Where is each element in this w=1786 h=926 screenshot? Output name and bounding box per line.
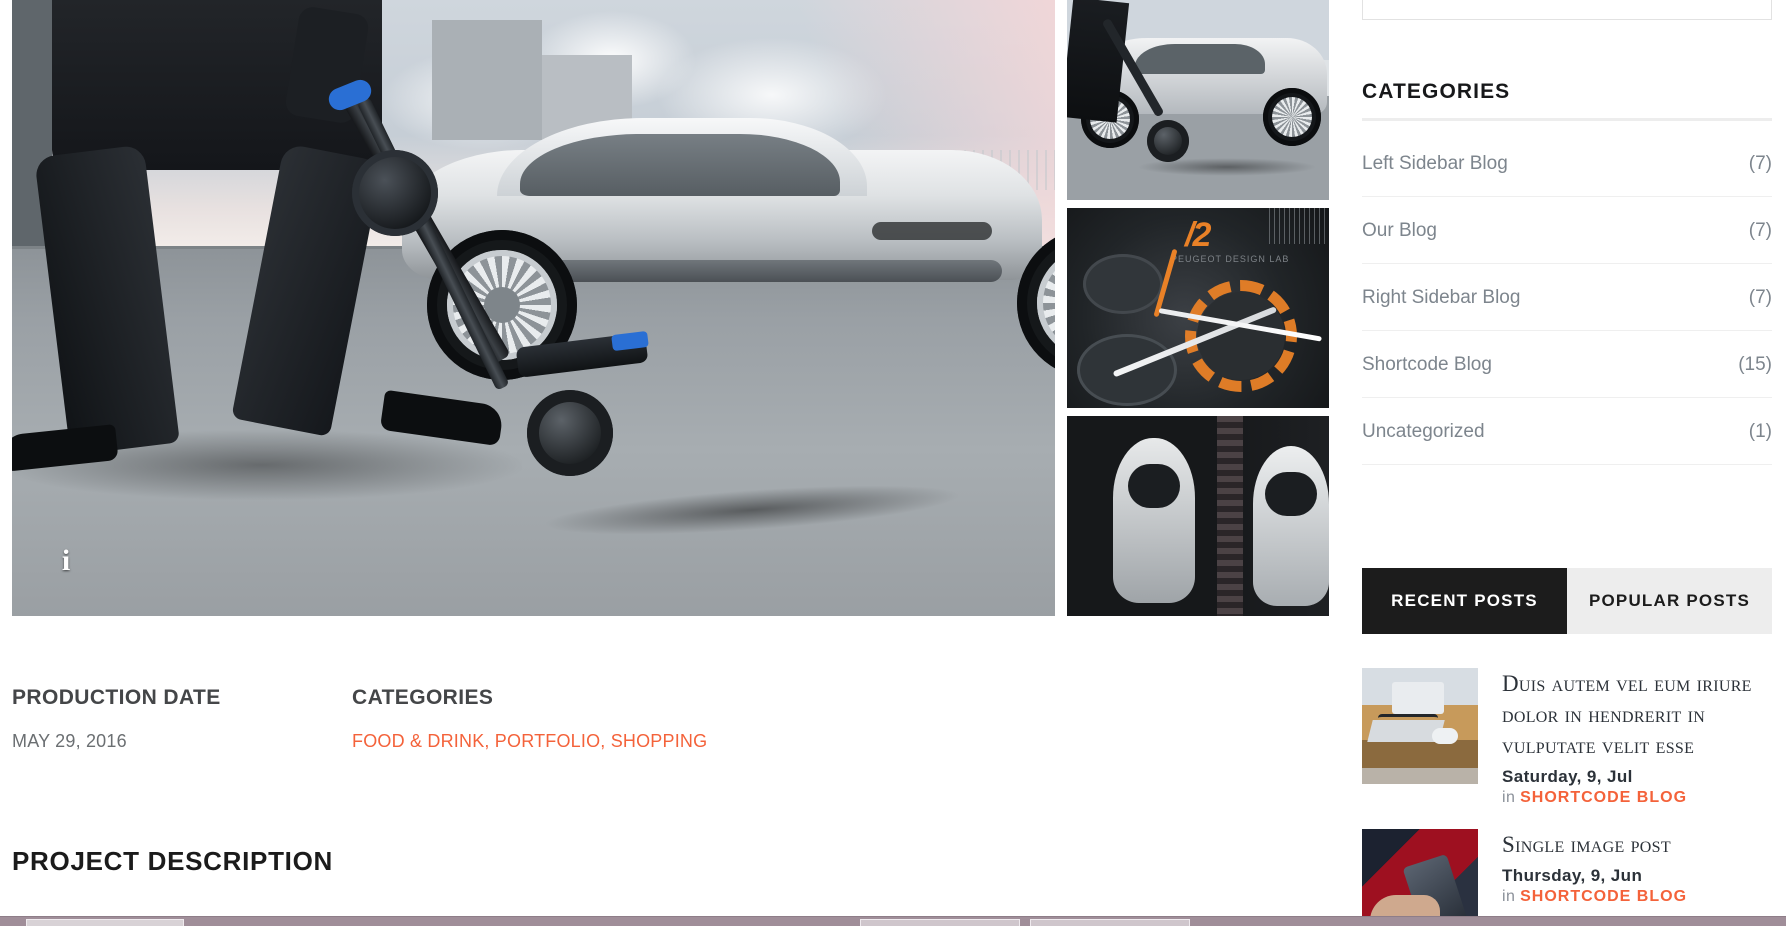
post-list-item[interactable]: Duis autem vel eum iriure dolor in hendr… (1362, 668, 1786, 807)
taskbar-button-3[interactable] (1030, 919, 1190, 926)
project-categories-value[interactable]: FOOD & DRINK, PORTFOLIO, SHOPPING (352, 728, 772, 754)
recent-posts-list: Duis autem vel eum iriure dolor in hendr… (1362, 668, 1786, 926)
production-date-value: MAY 29, 2016 (12, 731, 127, 751)
tab-popular-posts[interactable]: POPULAR POSTS (1567, 568, 1772, 634)
post-body: Single image post Thursday, 9, Jun in SH… (1502, 829, 1786, 906)
category-count: (1) (1748, 421, 1772, 442)
category-item-right-sidebar-blog[interactable]: Right Sidebar Blog (7) (1362, 264, 1772, 331)
post-category-link[interactable]: SHORTCODE BLOG (1520, 789, 1687, 806)
category-item-our-blog[interactable]: Our Blog (7) (1362, 197, 1772, 264)
info-icon[interactable]: i (52, 544, 80, 578)
hero-scooter (312, 76, 963, 545)
project-categories-block: CATEGORIES FOOD & DRINK, PORTFOLIO, SHOP… (352, 686, 772, 754)
category-item-uncategorized[interactable]: Uncategorized (1) (1362, 398, 1772, 465)
categories-list: Left Sidebar Blog (7) Our Blog (7) Right… (1362, 130, 1772, 465)
category-count: (7) (1748, 220, 1772, 241)
production-date-label: PRODUCTION DATE (12, 686, 221, 709)
search-widget-box[interactable] (1362, 0, 1772, 20)
post-in-label: in (1502, 789, 1516, 806)
post-title[interactable]: Duis autem vel eum iriure dolor in hendr… (1502, 668, 1786, 761)
category-label: Uncategorized (1362, 421, 1485, 442)
category-item-left-sidebar-blog[interactable]: Left Sidebar Blog (7) (1362, 130, 1772, 197)
page-root: i /2 PEUGEOT DESIGN LAB PRODUCTION DATE … (0, 0, 1786, 926)
category-label: Our Blog (1362, 220, 1437, 241)
post-body: Duis autem vel eum iriure dolor in hendr… (1502, 668, 1786, 807)
post-in-label: in (1502, 888, 1516, 905)
categories-widget-title: CATEGORIES (1362, 80, 1511, 103)
post-date: Thursday, 9, Jun (1502, 866, 1643, 885)
gallery-thumbnail-1[interactable] (1067, 0, 1329, 200)
categories-title-divider (1362, 118, 1772, 121)
gallery-thumbnail-3[interactable] (1067, 416, 1329, 616)
gallery-thumbnail-list: /2 PEUGEOT DESIGN LAB (1067, 0, 1329, 616)
category-count: (7) (1748, 287, 1772, 308)
gallery-thumbnail-2[interactable]: /2 PEUGEOT DESIGN LAB (1067, 208, 1329, 408)
category-label: Left Sidebar Blog (1362, 153, 1508, 174)
post-title[interactable]: Single image post (1502, 829, 1786, 860)
taskbar-button-1[interactable] (26, 919, 184, 926)
category-item-shortcode-blog[interactable]: Shortcode Blog (15) (1362, 331, 1772, 398)
category-label: Right Sidebar Blog (1362, 287, 1521, 308)
production-date-block: PRODUCTION DATE MAY 29, 2016 (12, 686, 332, 754)
tab-recent-posts[interactable]: RECENT POSTS (1362, 568, 1567, 634)
main-content-column: i /2 PEUGEOT DESIGN LAB PRODUCTION DATE … (0, 0, 1340, 926)
post-thumbnail[interactable] (1362, 829, 1478, 926)
category-label: Shortcode Blog (1362, 354, 1492, 375)
taskbar-button-2[interactable] (860, 919, 1020, 926)
project-gallery: i /2 PEUGEOT DESIGN LAB (12, 0, 1329, 616)
os-taskbar[interactable] (0, 916, 1786, 926)
post-date: Saturday, 9, Jul (1502, 767, 1633, 786)
post-category-line: in SHORTCODE BLOG (1502, 888, 1786, 906)
post-category-line: in SHORTCODE BLOG (1502, 789, 1786, 807)
hero-image[interactable]: i (12, 0, 1055, 616)
project-categories-label: CATEGORIES (352, 686, 494, 709)
project-description-heading: PROJECT DESCRIPTION (12, 846, 334, 876)
posts-widget-tabs: RECENT POSTS POPULAR POSTS (1362, 568, 1772, 634)
post-thumbnail[interactable] (1362, 668, 1478, 784)
category-count: (15) (1738, 354, 1772, 375)
right-sidebar: CATEGORIES Left Sidebar Blog (7) Our Blo… (1362, 0, 1786, 926)
post-list-item[interactable]: Single image post Thursday, 9, Jun in SH… (1362, 829, 1786, 926)
post-category-link[interactable]: SHORTCODE BLOG (1520, 888, 1687, 905)
category-count: (7) (1748, 153, 1772, 174)
